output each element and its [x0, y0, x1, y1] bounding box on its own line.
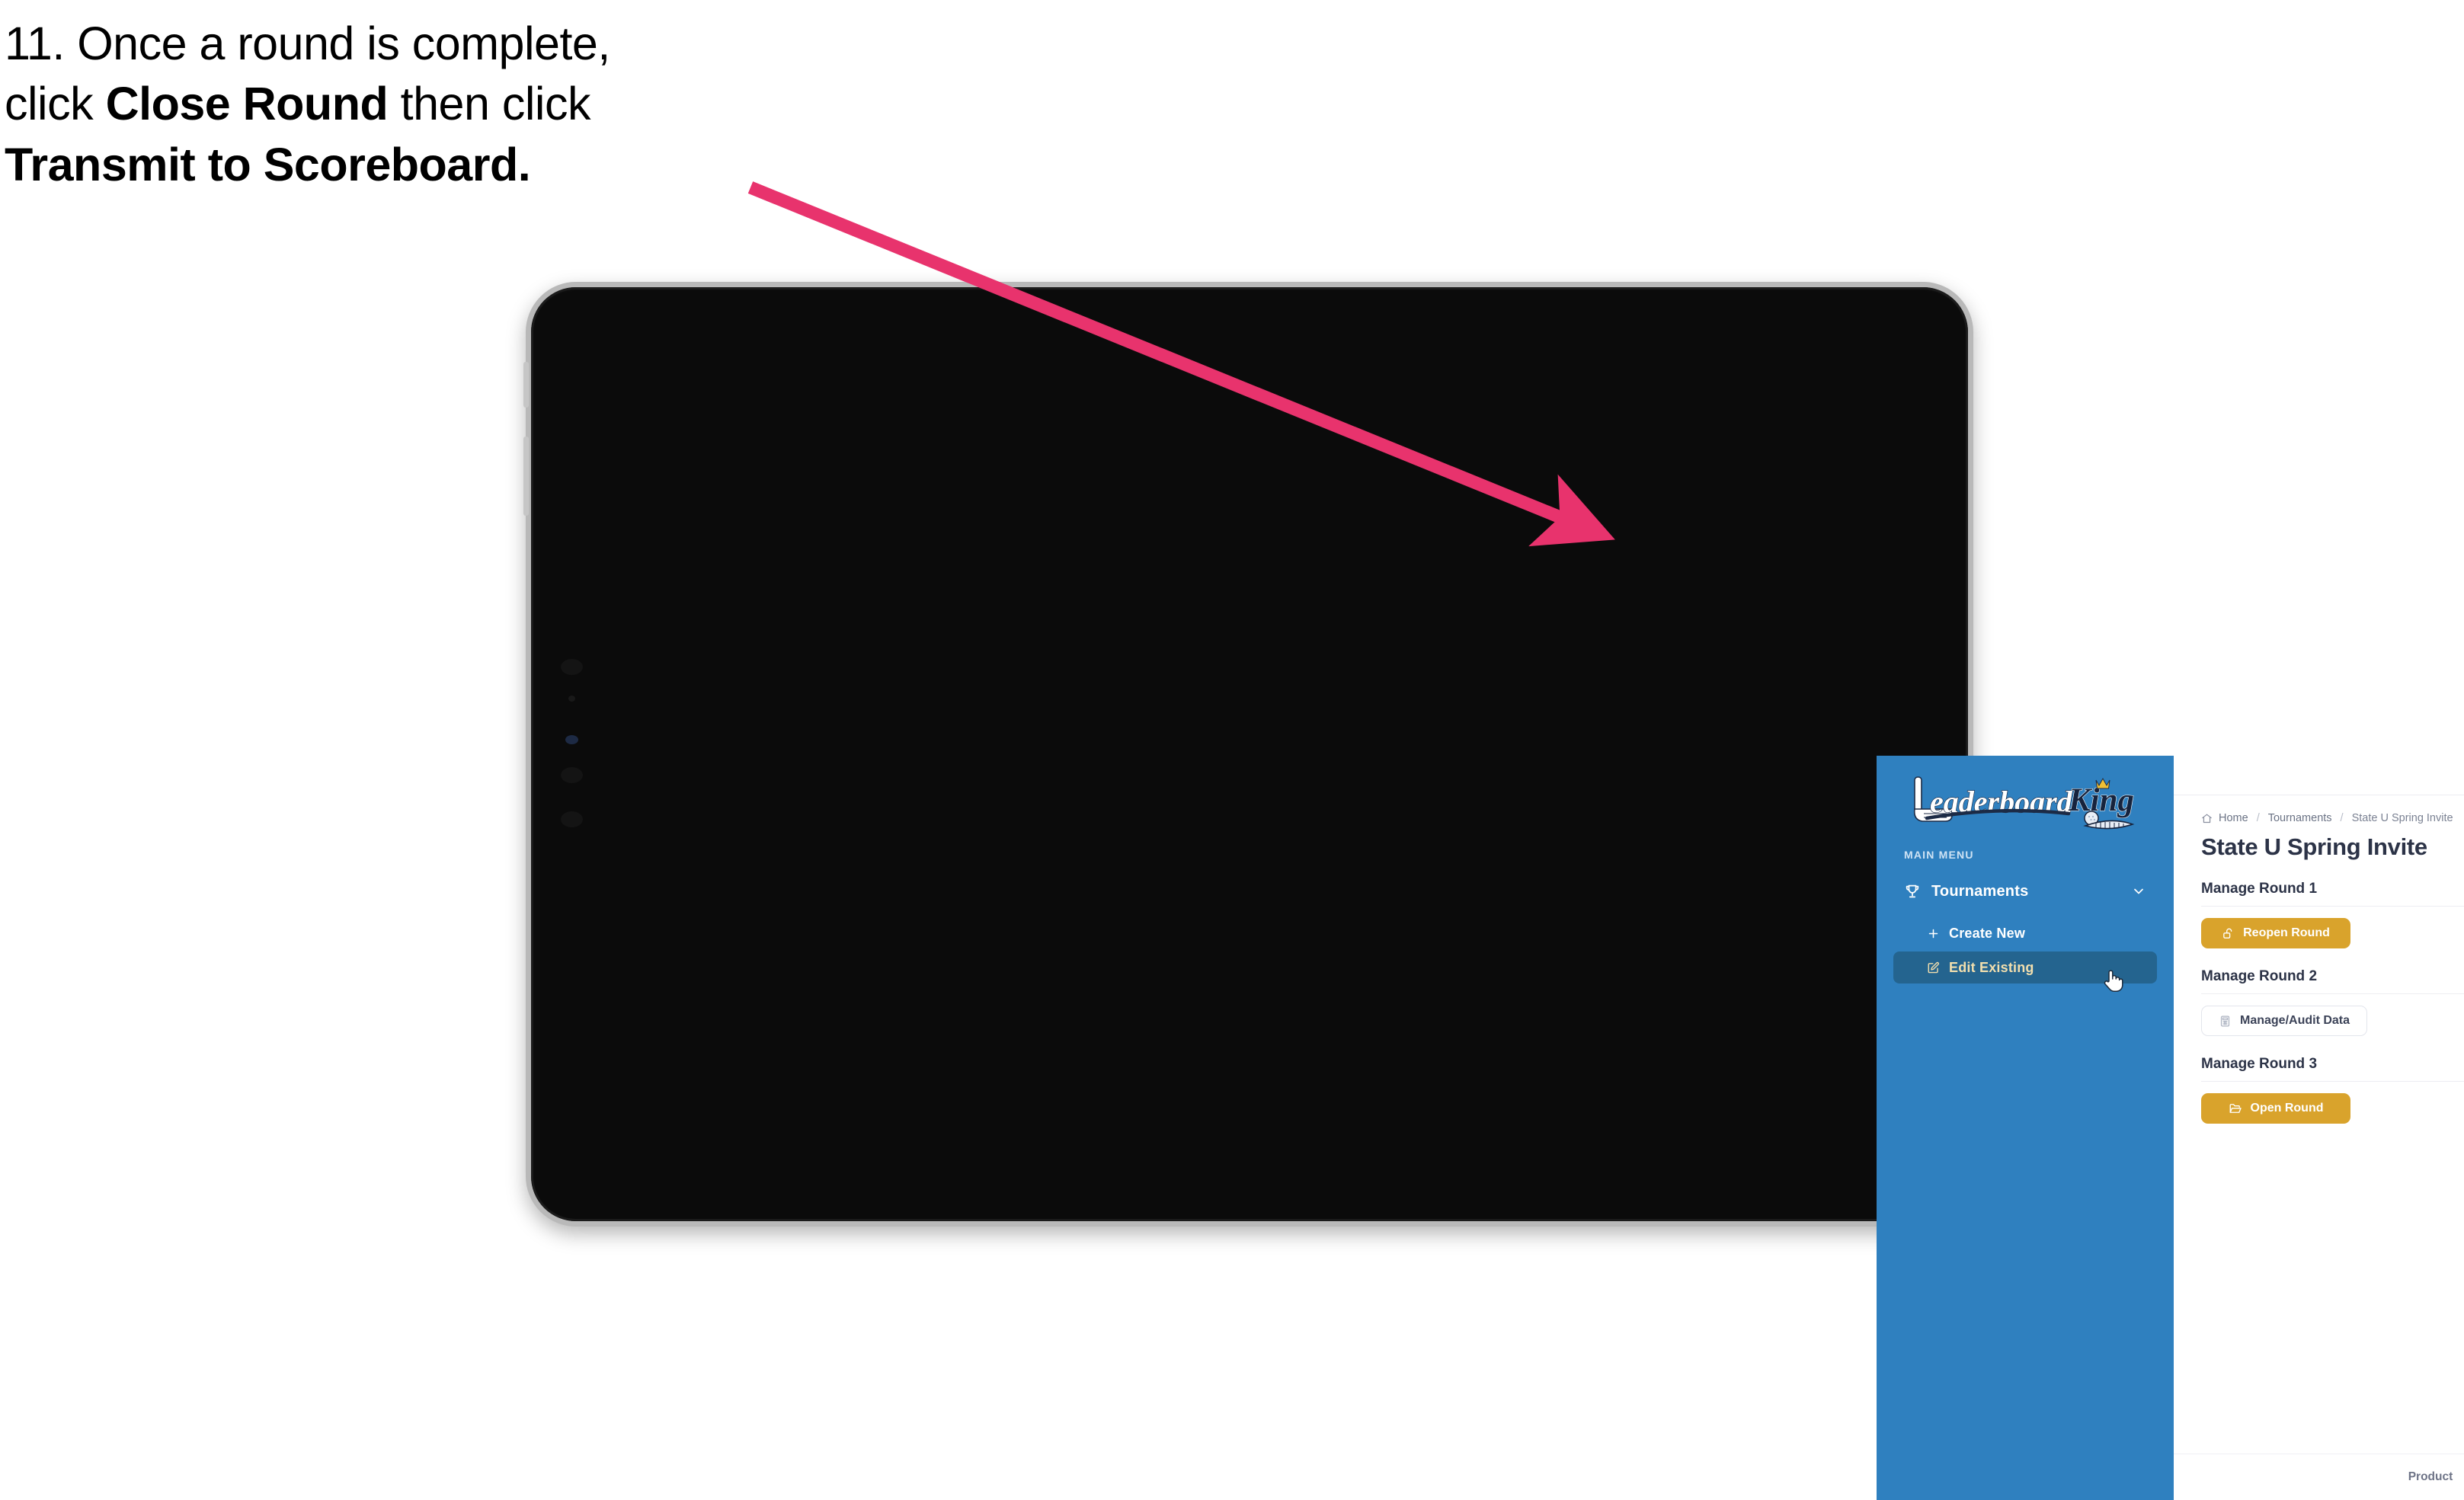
round-3-actions: Open Round: [2201, 1093, 2464, 1124]
sidebar: eaderboard King MAIN MENU Tournaments Cr…: [1877, 756, 2174, 1500]
chevron-down-icon[interactable]: [2131, 884, 2146, 899]
plus-icon: [1927, 927, 1940, 940]
tablet-volume-down-button[interactable]: [523, 437, 529, 516]
instruction-transmit-emphasis: Transmit to Scoreboard.: [5, 138, 531, 190]
sidebar-item-tournaments-label: Tournaments: [1931, 882, 2029, 900]
tablet-sensor-dot: [561, 659, 583, 675]
tablet-device-frame: eaderboard King MAIN MENU Tournaments Cr…: [523, 282, 2464, 1500]
tablet-indicator-led: [565, 735, 578, 744]
footer-link-product[interactable]: Product: [2408, 1470, 2453, 1484]
instruction-line-2-prefix: click: [5, 78, 106, 130]
reopen-round-label: Reopen Round: [2243, 926, 2330, 939]
app-topbar: Sign In: [2174, 756, 2464, 795]
round-2-divider: [2201, 993, 2464, 994]
round-2-title: Manage Round 2: [2201, 968, 2318, 984]
instruction-caption: 11. Once a round is complete, click Clos…: [5, 14, 812, 195]
round-1-title: Manage Round 1: [2201, 881, 2318, 897]
main-content: Sign In Home / Tournaments / State U Spr…: [2174, 756, 2464, 1500]
breadcrumb: Home / Tournaments / State U Spring Invi…: [2201, 812, 2464, 824]
tablet-volume-up-button[interactable]: [523, 362, 529, 408]
instruction-line-1: 11. Once a round is complete,: [5, 18, 610, 69]
open-round-label: Open Round: [2250, 1102, 2324, 1115]
leaderboardking-logo[interactable]: eaderboard King: [1904, 772, 2143, 832]
reopen-round-button[interactable]: Reopen Round: [2201, 918, 2350, 948]
round-2-header: Manage Round 2 Status: Open: [2201, 968, 2464, 985]
sidebar-item-edit-existing-label: Edit Existing: [1949, 959, 2034, 975]
tablet-speaker-dot: [561, 811, 583, 827]
instruction-line-3: Transmit to Scoreboard.: [5, 135, 812, 195]
pencil-square-icon: [1927, 961, 1940, 974]
breadcrumb-item-current: State U Spring Invite: [2351, 812, 2453, 824]
round-1-actions: Reopen Round Transmit to Scoreboard: [2201, 918, 2464, 948]
round-section-2: Manage Round 2 Status: Open: [2201, 968, 2464, 1036]
round-section-3: Manage Round 3 Status: Pending: [2201, 1056, 2464, 1124]
table-grid-icon: [2219, 1015, 2232, 1028]
sidebar-section-label: MAIN MENU: [1904, 849, 1974, 861]
tablet-camera-dot: [561, 767, 583, 783]
instruction-line-2: click Close Round then click: [5, 74, 812, 134]
unlock-icon: [2222, 927, 2235, 940]
manage-audit-data-label: Manage/Audit Data: [2240, 1014, 2350, 1027]
breadcrumb-separator: /: [2340, 812, 2344, 824]
sidebar-item-create-new[interactable]: Create New: [1893, 917, 2157, 949]
sidebar-item-create-new-label: Create New: [1949, 925, 2026, 941]
sidebar-item-tournaments[interactable]: Tournaments: [1893, 875, 2157, 907]
round-section-1: Manage Round 1 Status: Closed: [2201, 881, 2464, 948]
manage-audit-data-button[interactable]: Manage/Audit Data: [2201, 1006, 2368, 1036]
breadcrumb-separator: /: [2256, 812, 2260, 824]
breadcrumb-item-home[interactable]: Home: [2219, 812, 2248, 824]
mouse-pointer-hand-cursor: [2101, 967, 2124, 993]
open-folder-icon: [2229, 1102, 2242, 1115]
instruction-close-round-emphasis: Close Round: [105, 78, 389, 130]
trophy-icon: [1904, 883, 1921, 900]
tablet-screen-area: eaderboard King MAIN MENU Tournaments Cr…: [824, 380, 2464, 1500]
tablet-microphone-dot: [568, 696, 575, 702]
round-3-title: Manage Round 3: [2201, 1056, 2318, 1072]
round-1-header: Manage Round 1 Status: Closed: [2201, 881, 2464, 897]
app-screen: eaderboard King MAIN MENU Tournaments Cr…: [1877, 756, 2464, 1500]
round-1-divider: [2201, 906, 2464, 907]
content-body: Home / Tournaments / State U Spring Invi…: [2174, 795, 2464, 1124]
open-round-button[interactable]: Open Round: [2201, 1093, 2350, 1124]
round-3-divider: [2201, 1081, 2464, 1082]
breadcrumb-item-tournaments[interactable]: Tournaments: [2268, 812, 2332, 824]
instruction-line-2-suffix: then click: [388, 78, 591, 130]
page-title: State U Spring Invite: [2201, 833, 2427, 860]
round-2-actions: Manage/Audit Data Close Round: [2201, 1006, 2464, 1036]
home-icon[interactable]: [2201, 813, 2213, 824]
round-3-header: Manage Round 3 Status: Pending: [2201, 1056, 2464, 1073]
app-footer: Product Features Pricing Resources Terms…: [2174, 1454, 2464, 1500]
